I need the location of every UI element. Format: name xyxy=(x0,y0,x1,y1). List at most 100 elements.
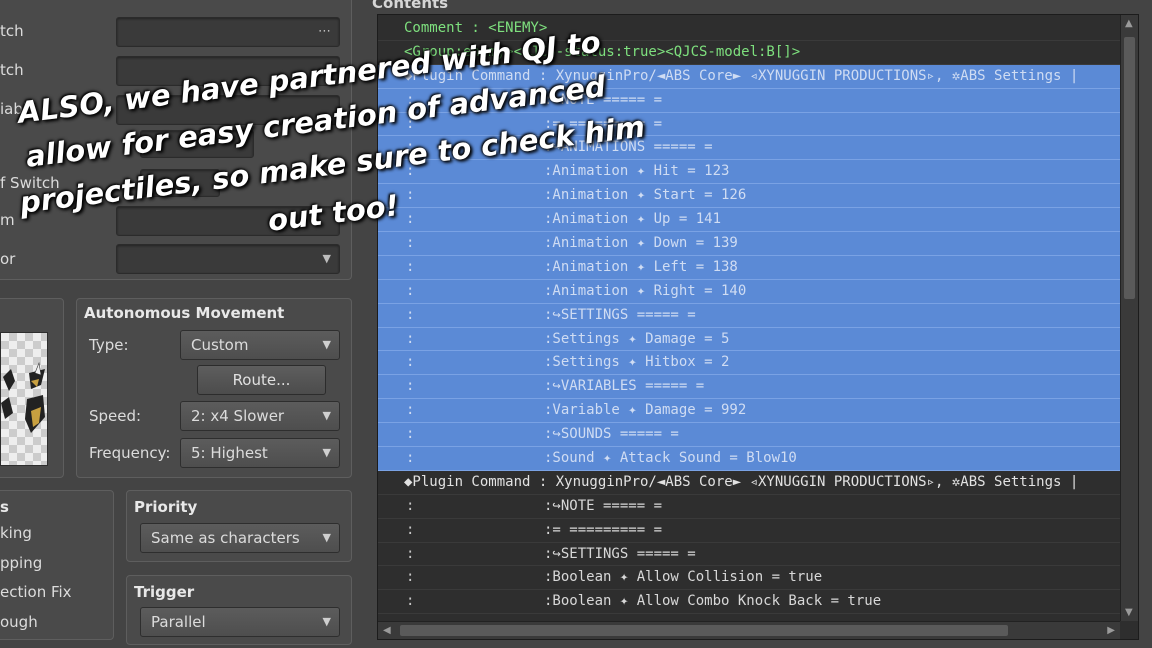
command-text: :Animation ✦ Left = 138 xyxy=(544,258,738,275)
command-text: := ========= = xyxy=(544,521,663,538)
route-button[interactable]: Route... xyxy=(197,365,326,395)
command-row[interactable]: ::Animation ✦ Hit = 123 xyxy=(378,160,1120,185)
command-row[interactable]: : :↪NOTE ===== = xyxy=(378,495,1120,519)
type-label: Type: xyxy=(89,336,129,354)
command-text: ◆Plugin Command : XynugginPro/◄ABS Core►… xyxy=(404,473,1079,490)
command-indent-marker: : xyxy=(406,258,415,275)
command-indent-marker: : xyxy=(406,211,415,228)
option-through[interactable]: ough xyxy=(0,613,38,631)
command-indent-marker: : xyxy=(406,426,415,443)
scroll-up-icon[interactable]: ▲ xyxy=(1125,18,1133,29)
type-select[interactable]: Custom ▼ xyxy=(180,330,340,360)
field-label-item: m xyxy=(0,211,15,229)
priority-select-value: Same as characters xyxy=(151,529,300,547)
command-row[interactable]: : :↪SETTINGS ===== = xyxy=(378,303,1120,328)
command-indent-marker: : xyxy=(406,593,415,610)
command-indent-marker: : xyxy=(406,497,415,514)
command-row[interactable]: : :Animation ✦ Start = 126 xyxy=(378,184,1120,209)
trigger-select-value: Parallel xyxy=(151,613,206,631)
horizontal-scroll-thumb[interactable] xyxy=(400,625,1008,636)
command-indent-marker: : xyxy=(406,402,415,419)
command-text: :Animation ✦ Up = 141 xyxy=(544,211,722,228)
chevron-down-icon: ▼ xyxy=(322,446,331,459)
command-row[interactable]: : :↪VARIABLES ===== = xyxy=(378,375,1120,400)
scroll-right-icon[interactable]: ▶ xyxy=(1107,625,1115,636)
command-row[interactable]: : := ========= = xyxy=(378,519,1120,543)
character-image-preview[interactable] xyxy=(0,332,48,466)
command-indent-marker: : xyxy=(406,545,415,562)
priority-title: Priority xyxy=(134,498,198,516)
command-indent-marker: : xyxy=(406,450,415,467)
command-text: :↪SOUNDS ===== = xyxy=(544,426,679,443)
command-row[interactable]: : :Settings ✦ Hitbox = 2 xyxy=(378,351,1120,376)
command-row[interactable]: : :↪SETTINGS ===== = xyxy=(378,543,1120,567)
command-text: :↪VARIABLES ===== = xyxy=(544,378,705,395)
command-indent-marker: : xyxy=(406,235,415,252)
command-text: :Animation ✦ Start = 126 xyxy=(544,187,747,204)
speed-select-value: 2: x4 Slower xyxy=(191,407,285,425)
frequency-select[interactable]: 5: Highest ▼ xyxy=(180,438,340,468)
command-text: :Settings ✦ Damage = 5 xyxy=(544,330,730,347)
options-title: s xyxy=(0,498,9,516)
field-label-switch-2: tch xyxy=(0,61,24,79)
command-indent-marker: : xyxy=(406,378,415,395)
chevron-down-icon: ▼ xyxy=(322,531,331,544)
command-indent-marker: : xyxy=(406,187,415,204)
command-row[interactable]: : :Variable ✦ Damage = 992 xyxy=(378,399,1120,424)
option-stepping[interactable]: pping xyxy=(0,554,42,572)
command-text: :↪SETTINGS ===== = xyxy=(544,306,696,323)
command-indent-marker: : xyxy=(406,306,415,323)
conditions-title: ions xyxy=(1,0,36,3)
command-text: :Boolean ✦ Allow Combo Knock Back = true xyxy=(544,593,882,610)
command-row[interactable]: ::Sound ✦ Attack Sound = Blow10 xyxy=(378,447,1120,471)
trigger-title: Trigger xyxy=(134,583,195,601)
command-text: :Animation ✦ Right = 140 xyxy=(544,282,747,299)
vertical-scroll-thumb[interactable] xyxy=(1124,37,1135,299)
priority-select[interactable]: Same as characters ▼ xyxy=(140,523,340,553)
command-row[interactable]: : :Boolean ✦ Allow Collision = true xyxy=(378,566,1120,591)
more-dots-icon[interactable]: ⋯ xyxy=(318,18,331,46)
trigger-select[interactable]: Parallel ▼ xyxy=(140,607,340,637)
type-select-value: Custom xyxy=(191,336,249,354)
character-sprite-icon xyxy=(1,361,45,433)
actor-field[interactable]: ▼ xyxy=(116,244,340,274)
option-direction-fix[interactable]: ection Fix xyxy=(0,583,72,601)
option-walking[interactable]: king xyxy=(0,524,32,542)
frequency-select-value: 5: Highest xyxy=(191,444,268,462)
speed-select[interactable]: 2: x4 Slower ▼ xyxy=(180,401,340,431)
vertical-scrollbar[interactable]: ▲ ▼ xyxy=(1120,15,1138,621)
command-indent-marker: : xyxy=(406,354,415,371)
command-indent-marker: : xyxy=(406,282,415,299)
command-row[interactable]: : :Animation ✦ Left = 138 xyxy=(378,255,1120,280)
chevron-down-icon: ▼ xyxy=(322,338,331,351)
chevron-down-icon: ▼ xyxy=(322,409,331,422)
chevron-down-icon: ▼ xyxy=(322,615,331,628)
command-text: :Boolean ✦ Allow Collision = true xyxy=(544,569,823,586)
command-row[interactable]: ◆Plugin Command : XynugginPro/◄ABS Core►… xyxy=(378,471,1120,495)
field-label-switch-1: tch xyxy=(0,22,24,40)
speed-label: Speed: xyxy=(89,407,142,425)
command-row[interactable]: : :Animation ✦ Up = 141 xyxy=(378,208,1120,233)
command-row[interactable]: : :Animation ✦ Right = 140 xyxy=(378,279,1120,304)
command-text: :↪SETTINGS ===== = xyxy=(544,545,696,562)
chevron-down-icon[interactable]: ▼ xyxy=(323,245,331,273)
command-text: :Settings ✦ Hitbox = 2 xyxy=(544,354,730,371)
command-row[interactable]: : :↪SOUNDS ===== = xyxy=(378,423,1120,448)
frequency-label: Frequency: xyxy=(89,444,171,462)
scroll-down-icon[interactable]: ▼ xyxy=(1125,607,1133,618)
scroll-left-icon[interactable]: ◀ xyxy=(383,625,391,636)
autonomous-movement-title: Autonomous Movement xyxy=(84,304,285,322)
command-text: :Animation ✦ Hit = 123 xyxy=(544,163,730,180)
command-indent-marker: : xyxy=(406,521,415,538)
switch-1-field[interactable]: ⋯ xyxy=(116,17,340,47)
command-indent-marker: : xyxy=(406,569,415,586)
command-text: :Variable ✦ Damage = 992 xyxy=(544,402,747,419)
command-row[interactable]: ::Animation ✦ Down = 139 xyxy=(378,232,1120,256)
command-row[interactable]: : :Settings ✦ Damage = 5 xyxy=(378,327,1120,352)
command-indent-marker: : xyxy=(406,330,415,347)
command-text: :↪NOTE ===== = xyxy=(544,497,663,514)
field-label-actor: or xyxy=(0,250,16,268)
horizontal-scrollbar[interactable]: ◀ ▶ xyxy=(378,621,1120,639)
contents-title: Contents xyxy=(372,0,449,12)
command-row[interactable]: : :Boolean ✦ Allow Combo Knock Back = tru… xyxy=(378,590,1120,615)
